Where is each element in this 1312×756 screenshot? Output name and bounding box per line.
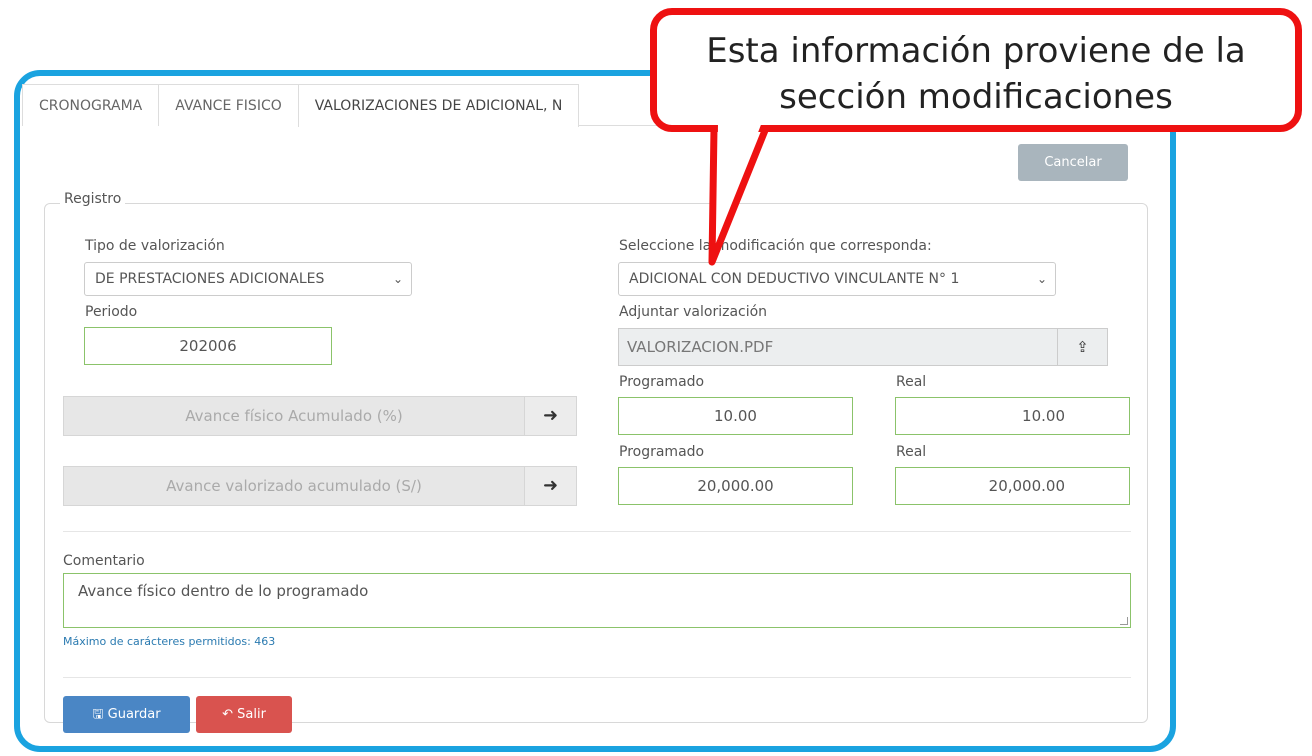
callout-line-1: Esta información proviene de la: [706, 31, 1246, 71]
callout-text: Esta información proviene de la sección …: [650, 28, 1302, 120]
callout-line-2: sección modificaciones: [779, 77, 1173, 117]
